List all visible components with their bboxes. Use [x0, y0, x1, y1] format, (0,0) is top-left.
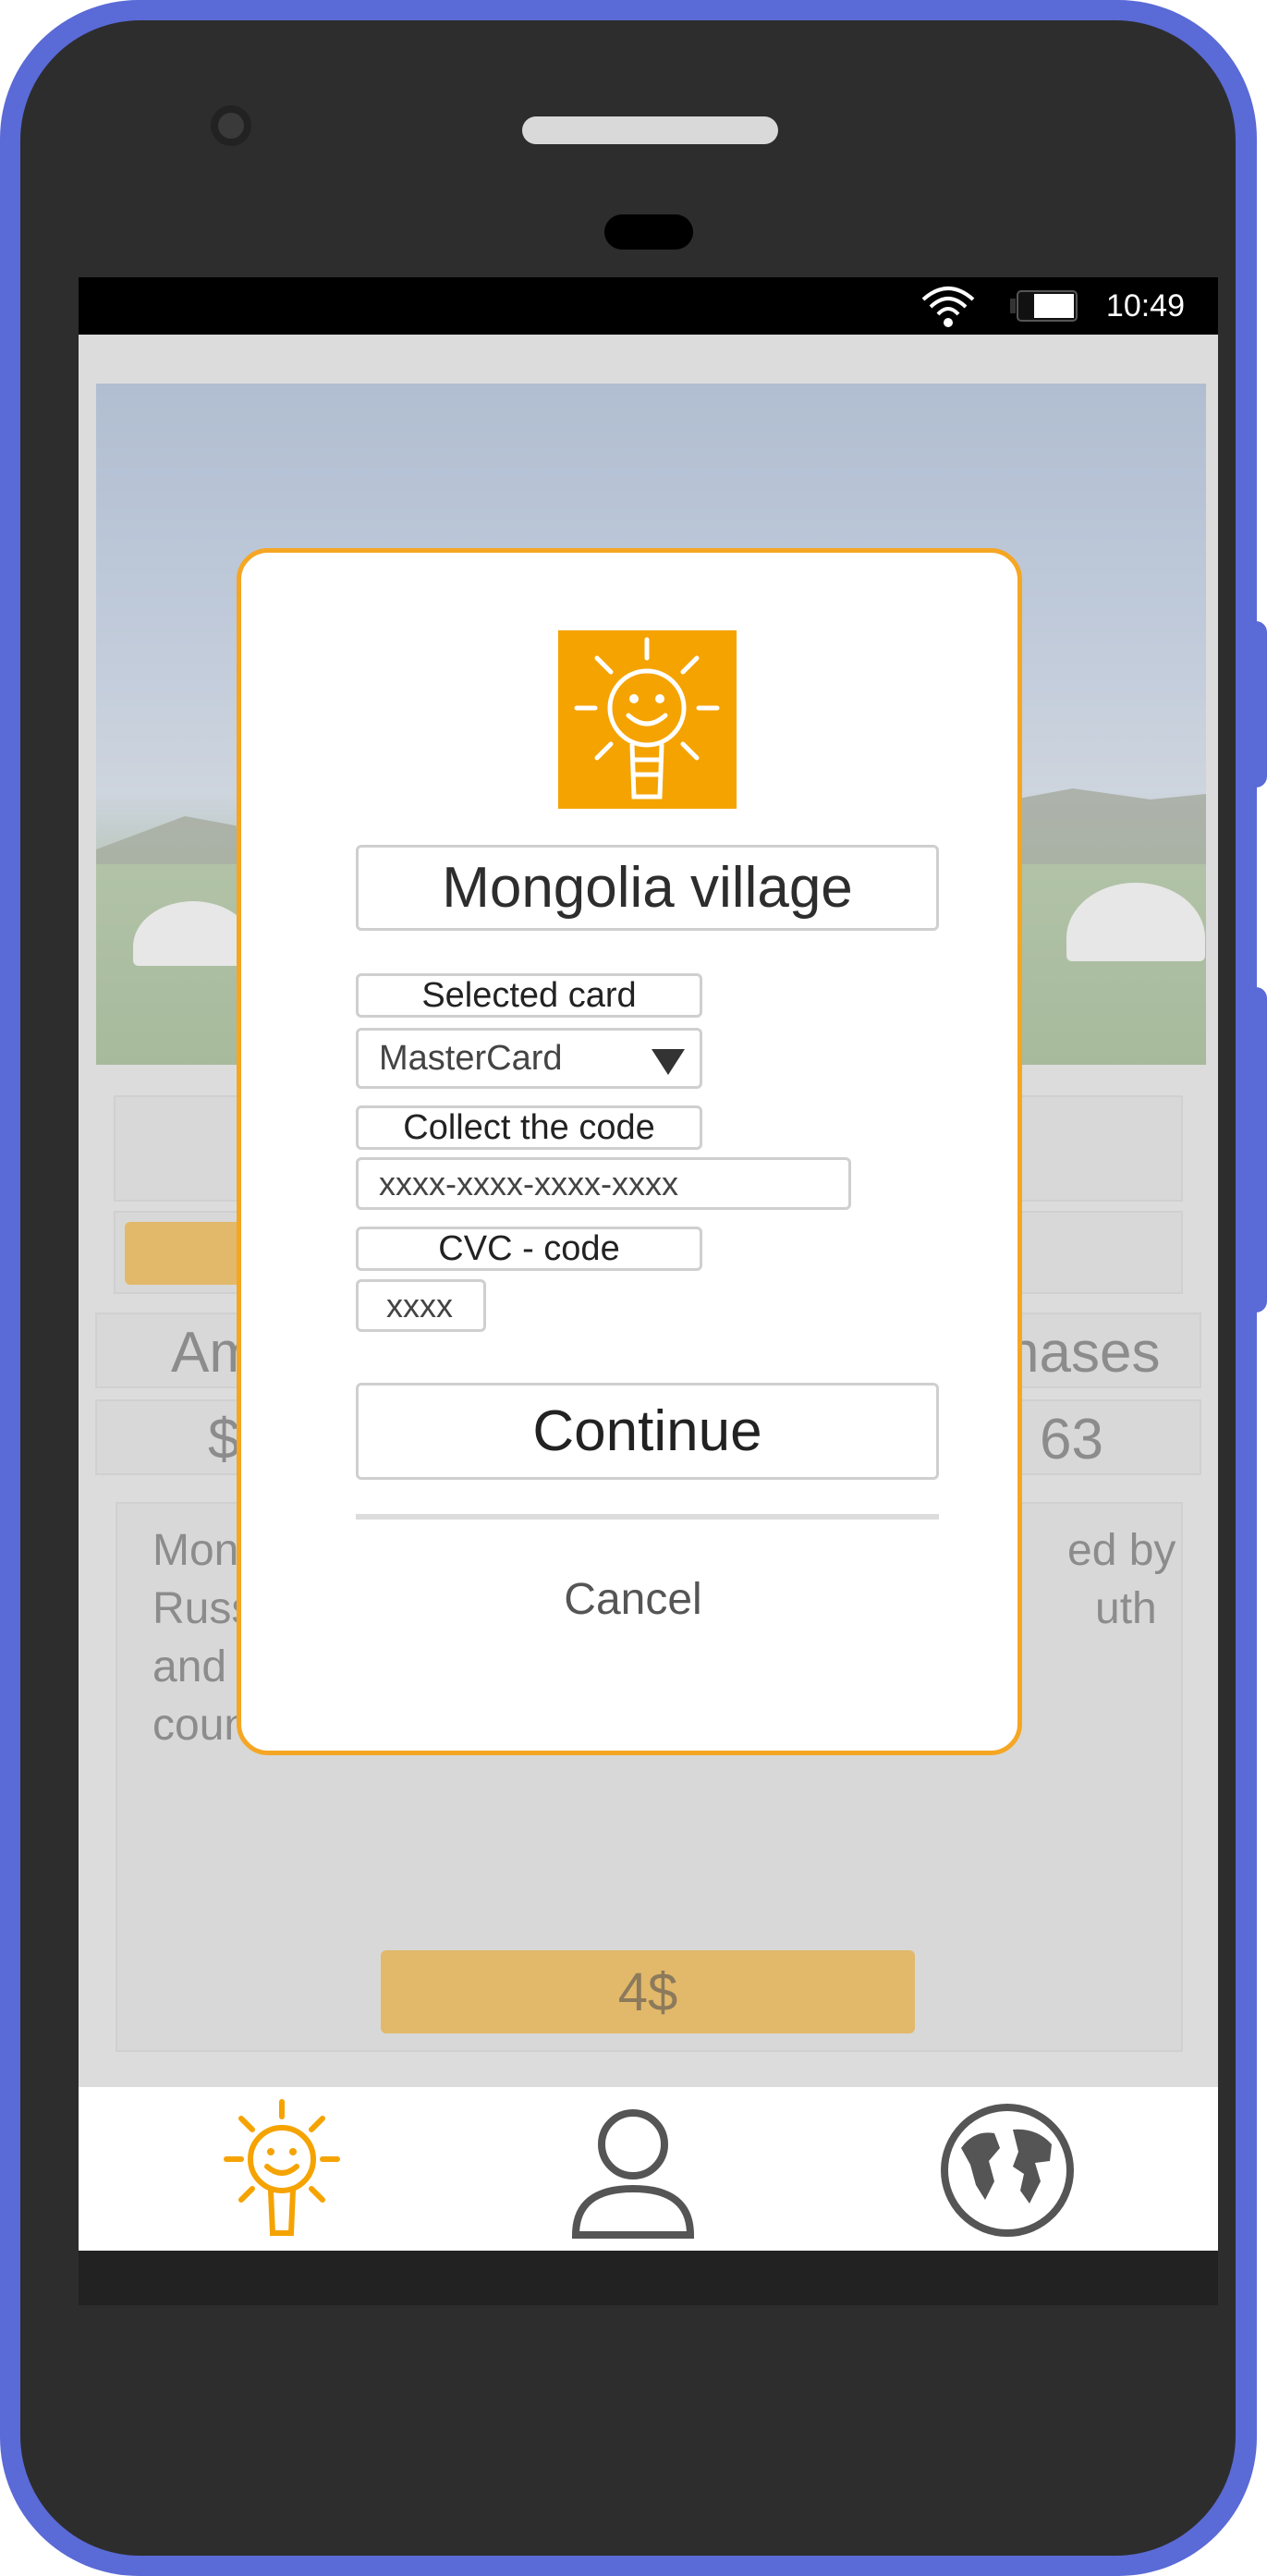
status-time: 10:49 — [1105, 287, 1185, 324]
status-bar: 10:49 — [79, 277, 1218, 335]
card-number-field[interactable]: xxxx-xxxx-xxxx-xxxx — [356, 1157, 851, 1210]
bottom-navigation — [79, 2087, 1218, 2251]
payment-dialog: Mongolia village Selected card MasterCar… — [237, 548, 1022, 1755]
dialog-divider — [356, 1514, 939, 1520]
dialog-title: Mongolia village — [356, 845, 939, 931]
earpiece-speaker — [522, 116, 778, 144]
code-label: Collect the code — [356, 1105, 702, 1150]
stat-right-label: hases — [1007, 1321, 1161, 1385]
description-line: ed by — [1067, 1526, 1176, 1575]
battery-icon — [1009, 290, 1078, 322]
front-camera — [211, 105, 251, 146]
selected-card-label: Selected card — [356, 973, 702, 1018]
card-select[interactable]: MasterCard — [356, 1028, 702, 1089]
volume-button[interactable] — [1252, 621, 1267, 787]
system-nav-area — [79, 2251, 1218, 2305]
profile-icon[interactable] — [559, 2096, 707, 2244]
dropdown-arrow-icon — [652, 1049, 685, 1075]
cancel-button[interactable]: Cancel — [356, 1568, 910, 1632]
cvc-field[interactable]: xxxx — [356, 1279, 486, 1332]
power-button[interactable] — [1252, 987, 1267, 1312]
sun-logo-icon[interactable] — [208, 2096, 356, 2244]
price-button[interactable]: 4$ — [381, 1950, 915, 2033]
globe-icon[interactable] — [933, 2096, 1081, 2244]
continue-button[interactable]: Continue — [356, 1383, 939, 1480]
proximity-sensor — [604, 214, 693, 250]
sun-logo-icon — [558, 630, 737, 809]
wifi-icon — [921, 287, 975, 327]
card-select-value: MasterCard — [379, 1038, 563, 1078]
description-line: uth — [1095, 1584, 1157, 1633]
stat-right-value: 63 — [1040, 1408, 1103, 1471]
cvc-label: CVC - code — [356, 1227, 702, 1271]
